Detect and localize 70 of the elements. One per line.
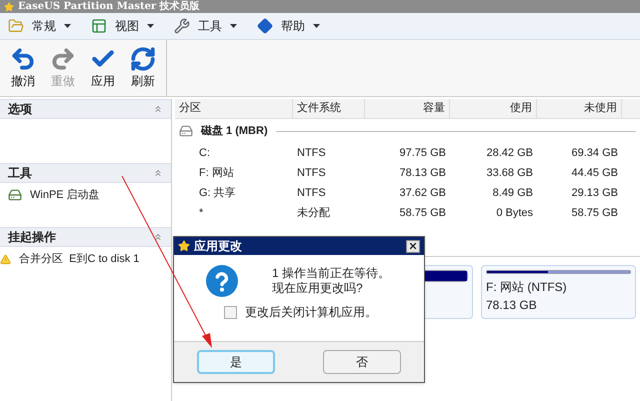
partition-size: 78.13 GB [486,297,538,314]
question-icon [206,265,238,297]
refresh-icon [130,46,156,72]
table-cell-text: 29.13 GB [572,186,618,201]
dialog-button[interactable]: 是 [197,350,275,374]
table-cell-text: F: 网站 [199,166,234,181]
toolbar-button[interactable]: 应用 [88,46,118,90]
sidebar-item[interactable]: WinPE 启动盘 [30,187,100,204]
column-header[interactable]: 分区 [175,99,293,118]
table-cell-text: 69.34 GB [572,146,618,161]
collapse-icon[interactable] [153,232,163,242]
checkbox-label: 更改后关闭计算机应用。 [245,304,377,321]
menu-item[interactable]: 工具 [174,17,237,35]
table-cell-text: 58.75 GB [400,206,446,221]
collapse-icon[interactable] [153,168,163,178]
close-icon [408,241,418,251]
toolbar-button[interactable]: 刷新 [128,46,158,90]
table-cell-text: NTFS [297,166,326,181]
caret-icon [313,24,320,28]
redo-icon [50,46,76,72]
help-icon [257,18,273,34]
section-title: 选项 [8,101,32,118]
column-header[interactable]: 未使用 [537,99,622,118]
table-cell-text: 28.42 GB [486,146,533,161]
table-cell-text: 44.45 GB [572,166,618,181]
caret-icon [64,24,71,28]
column-header[interactable]: 容量 [365,99,450,118]
window-title: EaseUS Partition Master 技术员版 [18,2,200,12]
table-cell-text: NTFS [297,186,326,201]
drive-icon [8,188,22,202]
collapse-icon[interactable] [153,104,163,114]
tools-icon [174,18,190,34]
caret-icon [230,24,237,28]
table-cell-text: 58.75 GB [572,206,618,221]
dialog-title: 应用更改 [194,238,243,255]
star-icon [4,2,14,12]
section-title: 工具 [8,165,32,182]
dialog-message: 1 操作当前正在等待。 [272,266,390,281]
menu-item[interactable]: 常规 [8,17,71,35]
sidebar-item[interactable]: 合并分区 E到C to disk 1 [19,251,140,268]
disk-label: 磁盘 1 (MBR) [201,124,268,139]
column-header[interactable]: 使用 [450,99,537,118]
partition-name: F: 网站 (NTFS) [486,279,568,296]
toolbar-button[interactable]: 撤消 [8,46,38,90]
undo-icon [10,46,36,72]
checkbox[interactable] [224,306,237,318]
table-cell-text: 33.68 GB [486,166,533,181]
table-cell-text: 37.62 GB [400,186,446,201]
dialog-message: 现在应用更改吗? [272,281,364,296]
caret-icon [147,24,154,28]
star-icon [178,240,190,252]
column-header[interactable]: 文件系统 [293,99,365,118]
folder-icon [8,18,24,34]
section-title: 挂起操作 [8,229,56,246]
menu-item[interactable]: 帮助 [257,17,320,35]
table-cell-text: 78.13 GB [400,166,446,181]
table-cell-text: 0 Bytes [496,206,533,221]
close-button[interactable] [406,240,420,252]
dialog-button[interactable]: 否 [323,350,401,374]
table-cell-text: 未分配 [297,206,330,221]
menu-item[interactable]: 视图 [91,17,154,35]
window-icon [91,18,107,34]
table-cell-text: C: [199,146,210,161]
warning-icon [0,254,11,265]
table-cell-text: 97.75 GB [400,146,446,161]
table-cell-text: 8.49 GB [492,186,533,201]
table-cell-text: NTFS [297,146,326,161]
table-cell-text: G: 共享 [199,186,236,201]
partition-block[interactable]: F: 网站 (NTFS) 78.13 GB [481,265,636,319]
table-cell-text: * [199,206,204,221]
